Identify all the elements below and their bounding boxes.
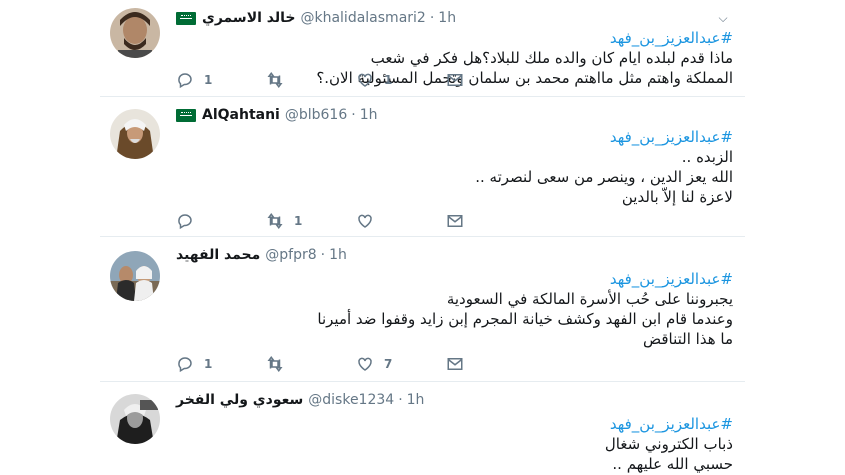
tweet-time[interactable]: 1h [438,10,456,26]
tweet-item[interactable]: خالد الاسمري @khalidalasmari2 · 1h ⌵ #عب… [100,0,745,97]
saudi-flag-icon [176,11,196,25]
tweet-item[interactable]: AlQahtani @blb616 · 1h #عبدالعزيز_بن_فهد… [100,97,745,237]
tweet-line: يجبروننا على حُب الأسرة المالكة في السعو… [446,290,733,308]
reply-button[interactable] [176,212,266,230]
message-button[interactable] [446,355,536,373]
avatar[interactable] [110,109,160,159]
like-icon [358,357,372,371]
tweet-text: #عبدالعزيز_بن_فهد الزبده .. الله يعز الد… [176,127,733,207]
screenshot-frame: خالد الاسمري @khalidalasmari2 · 1h ⌵ #عب… [0,0,845,475]
avatar[interactable] [110,394,160,444]
tweet-line: لاعزة لنا إلاّ بالدين [621,188,733,206]
tweet-line: ماذا قدم لبلده ايام كان والده ملك للبلاد… [370,49,733,67]
message-icon [447,358,463,370]
tweet-header: محمد الفهيد @pfpr8 · 1h [176,245,705,265]
tweet-item[interactable]: سعودي ولي الفخر @diske1234 · 1h #عبدالعز… [100,382,745,475]
retweet-icon [267,213,283,229]
user-handle[interactable]: @diske1234 [308,392,394,408]
tweet-time[interactable]: 1h [360,107,378,123]
tweet-actions: 1 1 [176,70,536,90]
reply-icon [178,73,192,89]
user-handle[interactable]: @khalidalasmari2 [300,10,425,26]
hashtag-link[interactable]: #عبدالعزيز_بن_فهد [176,414,733,434]
user-handle[interactable]: @pfpr8 [265,247,316,263]
reply-icon [178,357,192,373]
user-name[interactable]: AlQahtani [202,107,280,123]
retweet-button[interactable] [266,355,356,373]
reply-count: 1 [204,73,213,87]
tweet-timeline: خالد الاسمري @khalidalasmari2 · 1h ⌵ #عب… [100,0,745,475]
like-button[interactable]: 7 [356,355,446,373]
retweet-icon [267,356,283,372]
reply-icon [178,214,192,230]
tweet-text: #عبدالعزيز_بن_فهد ذباب الكتروني شغال حسب… [176,414,733,474]
message-button[interactable] [446,71,536,89]
like-button[interactable] [356,212,446,230]
tweet-line: ذباب الكتروني شغال [604,435,733,453]
user-name[interactable]: خالد الاسمري [202,10,295,26]
separator-dot: · [429,10,435,26]
like-count: 1 [384,73,393,87]
like-button[interactable]: 1 [356,71,446,89]
separator-dot: · [351,107,356,123]
tweet-line: الزبده .. [681,148,733,166]
hashtag-link[interactable]: #عبدالعزيز_بن_فهد [176,28,733,48]
tweet-header: خالد الاسمري @khalidalasmari2 · 1h [176,8,705,28]
tweet-line: حسبي الله عليهم .. [612,455,733,473]
reply-button[interactable]: 1 [176,355,266,373]
tweet-text: #عبدالعزيز_بن_فهد يجبروننا على حُب الأسر… [176,269,733,349]
tweet-actions: 1 7 [176,354,536,374]
tweet-time[interactable]: 1h [329,247,347,263]
separator-dot: · [398,392,403,408]
avatar[interactable] [110,8,160,58]
user-name[interactable]: سعودي ولي الفخر [176,392,303,408]
hashtag-link[interactable]: #عبدالعزيز_بن_فهد [176,269,733,289]
saudi-flag-icon [176,108,196,122]
tweet-item[interactable]: محمد الفهيد @pfpr8 · 1h #عبدالعزيز_بن_فه… [100,237,745,382]
separator-dot: · [320,247,326,263]
tweet-header: سعودي ولي الفخر @diske1234 · 1h [176,390,705,410]
tweet-line: ما هذا التناقض [643,330,733,348]
retweet-icon [267,72,283,88]
like-icon [358,73,372,87]
tweet-time[interactable]: 1h [407,392,425,408]
retweet-count: 1 [294,214,303,228]
user-handle[interactable]: @blb616 [285,107,347,123]
like-count: 7 [384,357,393,371]
reply-button[interactable]: 1 [176,71,266,89]
tweet-header: AlQahtani @blb616 · 1h [176,105,705,125]
like-icon [358,214,372,228]
message-icon [447,215,463,227]
message-icon [447,74,463,86]
message-button[interactable] [446,212,536,230]
user-name[interactable]: محمد الفهيد [176,247,260,263]
avatar[interactable] [110,251,160,301]
retweet-button[interactable] [266,71,356,89]
chevron-down-icon[interactable]: ⌵ [715,10,731,26]
reply-count: 1 [204,357,213,371]
hashtag-link[interactable]: #عبدالعزيز_بن_فهد [176,127,733,147]
tweet-line: الله يعز الدين ، وينصر من سعى لنصرته .. [475,168,733,186]
retweet-button[interactable]: 1 [266,212,356,230]
tweet-line: وعندما قام ابن الفهد وكشف خيانة المجرم إ… [317,310,733,328]
tweet-actions: 1 [176,211,536,231]
